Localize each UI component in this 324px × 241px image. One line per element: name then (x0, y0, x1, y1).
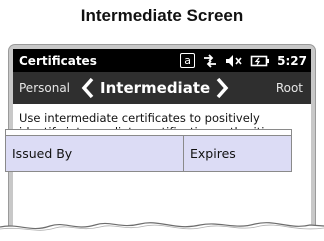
keyboard-icon[interactable]: a (180, 53, 196, 68)
column-issued-by[interactable]: Issued By (6, 136, 184, 171)
figure-caption: Intermediate Screen (80, 6, 244, 25)
tab-personal[interactable]: Personal (19, 81, 70, 95)
battery-icon[interactable] (250, 54, 270, 68)
volume-muted-icon[interactable] (225, 54, 243, 68)
signal-icon (204, 53, 217, 68)
torn-edge (0, 222, 324, 241)
status-icons: a 5:27 (180, 53, 307, 68)
certificate-table[interactable]: Issued By Expires (5, 129, 292, 172)
column-expires[interactable]: Expires (184, 136, 291, 171)
tab-navigator: Personal Intermediate Root (13, 72, 311, 104)
chevron-left-icon[interactable] (80, 77, 96, 99)
app-title: Certificates (19, 53, 97, 68)
status-bar: Certificates a 5:27 (13, 49, 311, 72)
chevron-right-icon[interactable] (214, 77, 230, 99)
tab-root[interactable]: Root (276, 81, 303, 95)
table-header: Issued By Expires (6, 135, 291, 172)
clock: 5:27 (277, 53, 307, 68)
tab-intermediate[interactable]: Intermediate (100, 79, 210, 97)
